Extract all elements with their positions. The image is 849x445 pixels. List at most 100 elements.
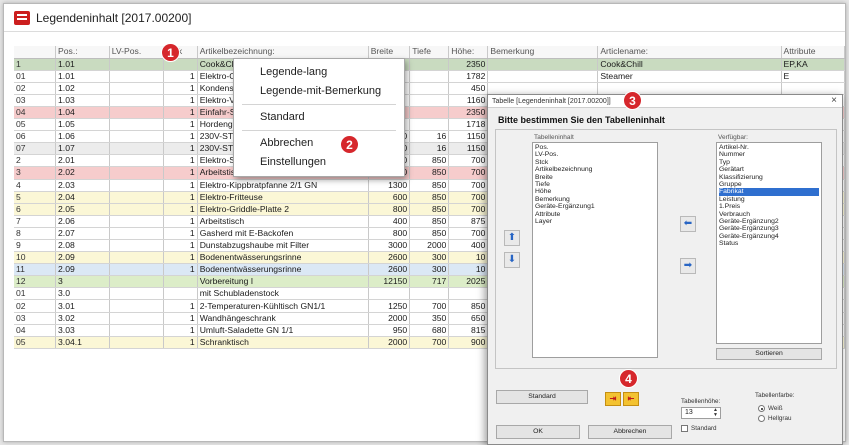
table-cell[interactable] (109, 312, 164, 325)
table-cell[interactable]: Wandhängeschrank (197, 312, 369, 325)
table-cell[interactable]: 07 (14, 142, 57, 156)
table-cell[interactable]: 700 (448, 203, 489, 216)
table-height-stepper[interactable]: 13 ▲ ▼ (681, 407, 721, 419)
table-cell[interactable]: 700 (448, 179, 489, 192)
table-cell[interactable] (844, 251, 845, 265)
table-cell[interactable]: 400 (368, 215, 411, 228)
table-cell[interactable]: 1 (163, 312, 198, 325)
column-header[interactable]: Tiefe (409, 46, 450, 59)
table-cell[interactable]: 06 (14, 130, 57, 144)
list-item[interactable]: LV-Pos. (535, 151, 655, 158)
table-cell[interactable]: 12150 (368, 275, 411, 289)
list-item[interactable]: Fabrikat (719, 188, 819, 196)
table-cell[interactable]: 2350 (448, 106, 489, 120)
list-item[interactable]: Typ (719, 159, 819, 166)
table-cell[interactable]: 900 (448, 336, 489, 349)
table-cell[interactable] (844, 118, 845, 132)
table-cell[interactable]: 850 (409, 203, 450, 216)
table-cell[interactable]: 7 (14, 215, 57, 228)
list-item[interactable]: Stck (535, 159, 655, 166)
table-cell[interactable]: 02 (14, 82, 57, 95)
table-cell[interactable]: 1.06 (55, 130, 110, 144)
table-cell[interactable] (163, 287, 198, 301)
standard-button[interactable]: Standard (496, 390, 588, 404)
table-cell[interactable]: 03 (14, 312, 57, 325)
table-cell[interactable]: 02 (14, 299, 57, 313)
table-cell[interactable]: Cook&Chill (597, 58, 782, 71)
table-cell[interactable]: 700 (409, 299, 450, 313)
table-cell[interactable] (409, 58, 450, 71)
table-cell[interactable]: 9 (14, 239, 57, 253)
available-list[interactable]: Artikel-Nr. Nummer Typ Gerätart Klassifizier… (716, 142, 822, 344)
list-item[interactable]: Artikel-Nr. (719, 144, 819, 151)
menu-item[interactable]: Abbrechen (234, 134, 404, 153)
table-cell[interactable]: 350 (409, 312, 450, 325)
table-cell[interactable] (844, 106, 845, 120)
column-header[interactable]: Bemerkung (487, 46, 599, 59)
table-cell[interactable]: 1.07 (55, 142, 110, 156)
table-cell[interactable]: 16 (409, 130, 450, 144)
column-header[interactable] (14, 46, 57, 59)
table-cell[interactable]: 2.07 (55, 227, 110, 241)
expand-column-button[interactable]: ⇥ (605, 392, 621, 406)
table-cell[interactable]: 1150 (448, 130, 489, 144)
table-cell[interactable]: 8 (14, 227, 57, 241)
table-cell[interactable] (109, 299, 164, 313)
table-cell[interactable] (109, 215, 164, 228)
table-cell[interactable]: 4 (14, 179, 57, 192)
column-header[interactable]: LV-Pos. (109, 46, 164, 59)
table-cell[interactable]: 2.01 (55, 154, 110, 168)
table-cell[interactable]: 1.03 (55, 94, 110, 107)
table-cell[interactable] (844, 336, 845, 349)
table-cell[interactable]: 2.09 (55, 251, 110, 265)
table-cell[interactable]: Bodenentwässerungsrinne (197, 263, 369, 277)
table-cell[interactable]: 2000 (368, 336, 411, 349)
table-cell[interactable] (409, 94, 450, 107)
list-item[interactable]: Klassifizierung (719, 174, 819, 181)
list-item[interactable]: Bemerkung (535, 196, 655, 203)
table-cell[interactable]: 10 (14, 251, 57, 265)
table-cell[interactable]: 2.06 (55, 215, 110, 228)
table-cell[interactable] (487, 82, 599, 95)
table-cell[interactable]: 450 (448, 82, 489, 95)
table-cell[interactable]: Bodenentwässerungsrinne (197, 251, 369, 265)
table-cell[interactable]: 800 (368, 227, 411, 241)
table-cell[interactable] (109, 287, 164, 301)
list-item[interactable]: Geräte-Ergänzung1 (535, 203, 655, 210)
table-cell[interactable]: 05 (14, 118, 57, 132)
table-cell[interactable] (109, 58, 164, 71)
table-cell[interactable]: 2025 (448, 275, 489, 289)
table-cell[interactable] (844, 82, 845, 95)
table-row[interactable]: 011.011Elektro-Combi1782SteamerE1 (14, 70, 845, 83)
table-cell[interactable] (109, 154, 164, 168)
cancel-button[interactable]: Abbrechen (588, 425, 672, 439)
table-cell[interactable]: 400 (448, 239, 489, 253)
table-cell[interactable]: 10 (448, 263, 489, 277)
table-cell[interactable] (109, 227, 164, 241)
remove-column-button[interactable]: ➡ (680, 258, 696, 274)
table-cell[interactable]: 1 (163, 82, 198, 95)
table-cell[interactable]: 1250 (368, 299, 411, 313)
table-row[interactable]: 11.01Cook&Chill2350Cook&ChillEP,KA0 (14, 58, 845, 71)
table-cell[interactable]: 3.04.1 (55, 336, 110, 349)
table-cell[interactable]: 2350 (448, 58, 489, 71)
table-cell[interactable]: 2600 (368, 263, 411, 277)
table-cell[interactable]: Elektro-Griddle-Platte 2 (197, 203, 369, 216)
table-cell[interactable] (448, 287, 489, 301)
table-cell[interactable] (844, 130, 845, 144)
table-cell[interactable] (409, 118, 450, 132)
table-cell[interactable]: 1 (163, 324, 198, 337)
table-cell[interactable] (109, 142, 164, 156)
table-cell[interactable]: 1 (163, 130, 198, 144)
table-cell[interactable] (487, 70, 599, 83)
table-content-list[interactable]: Pos. LV-Pos. Stck Artikelbezeichnung Breite T… (532, 142, 658, 358)
table-cell[interactable]: 1160 (448, 94, 489, 107)
table-cell[interactable] (487, 58, 599, 71)
table-cell[interactable]: Gasherd mit E-Backofen (197, 227, 369, 241)
table-cell[interactable]: 1 (163, 263, 198, 277)
table-cell[interactable]: 1 (163, 191, 198, 204)
table-cell[interactable]: 2.02 (55, 166, 110, 180)
table-cell[interactable]: 2.09 (55, 263, 110, 277)
add-column-button[interactable]: ⬅ (680, 216, 696, 232)
table-cell[interactable]: 300 (409, 251, 450, 265)
